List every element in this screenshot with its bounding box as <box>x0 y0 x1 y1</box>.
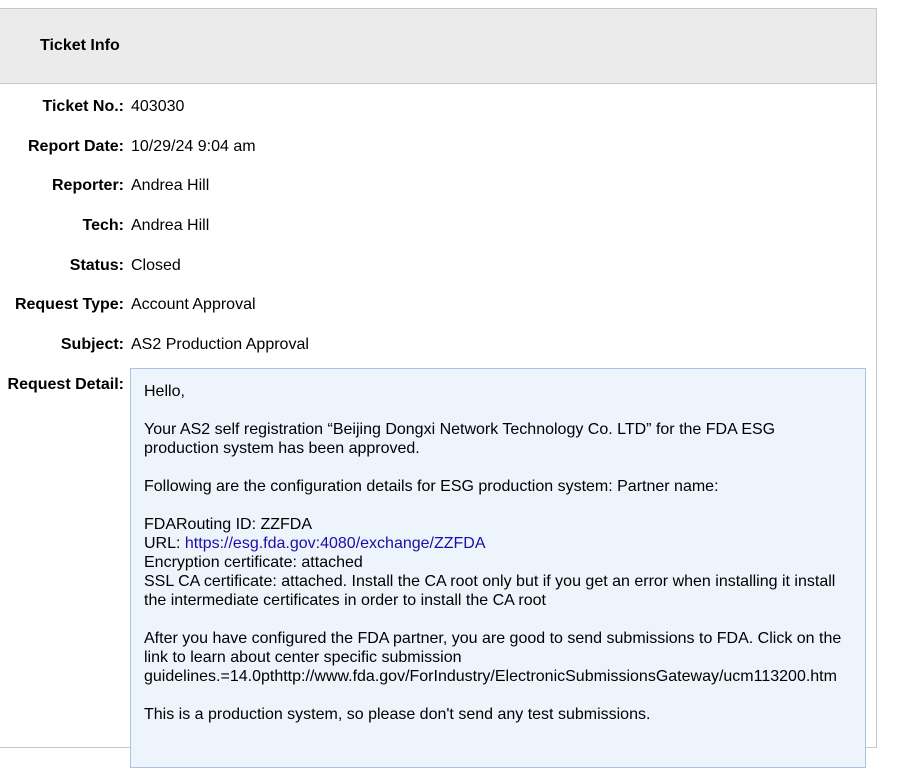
reporter-label: Reporter: <box>51 177 124 194</box>
detail-submission-guidelines: After you have configured the FDA partne… <box>144 630 842 685</box>
detail-config-intro: Following are the configuration details … <box>144 478 719 495</box>
report-date-label: Report Date: <box>27 138 124 155</box>
subject-value: AS2 Production Approval <box>131 336 309 353</box>
panel-header: Ticket Info <box>0 9 876 84</box>
detail-encryption-cert: Encryption certificate: attached <box>144 554 363 571</box>
field-tech: Tech: Andrea Hill <box>0 216 877 236</box>
detail-routing-id: FDARouting ID: ZZFDA <box>144 516 313 533</box>
request-detail-box: Hello, Your AS2 self registration “Beiji… <box>130 368 866 768</box>
request-detail-label: Request Detail: <box>7 376 124 393</box>
detail-greeting: Hello, <box>144 383 185 400</box>
report-date-value: 10/29/24 9:04 am <box>131 138 256 155</box>
field-subject: Subject: AS2 Production Approval <box>0 335 877 355</box>
field-reporter: Reporter: Andrea Hill <box>0 176 877 196</box>
tech-value: Andrea Hill <box>131 217 210 234</box>
subject-label: Subject: <box>60 336 124 353</box>
detail-config-block: FDARouting ID: ZZFDA URL: https://esg.fd… <box>144 515 853 610</box>
request-type-label: Request Type: <box>14 296 124 313</box>
panel-title: Ticket Info <box>40 37 120 54</box>
status-label: Status: <box>69 257 124 274</box>
detail-ssl-cert: SSL CA certificate: attached. Install th… <box>144 573 836 609</box>
detail-url-label: URL: <box>144 535 185 552</box>
detail-url-link[interactable]: https://esg.fda.gov:4080/exchange/ZZFDA <box>185 535 486 552</box>
request-type-value: Account Approval <box>131 296 256 313</box>
field-ticket-no: Ticket No.: 403030 <box>0 97 877 117</box>
tech-label: Tech: <box>82 217 124 234</box>
detail-approval-text: Your AS2 self registration “Beijing Dong… <box>144 421 776 457</box>
status-value: Closed <box>131 257 181 274</box>
reporter-value: Andrea Hill <box>131 177 210 194</box>
ticket-no-label: Ticket No.: <box>42 98 125 115</box>
field-request-type: Request Type: Account Approval <box>0 295 877 315</box>
field-report-date: Report Date: 10/29/24 9:04 am <box>0 137 877 157</box>
field-status: Status: Closed <box>0 256 877 276</box>
ticket-no-value: 403030 <box>131 98 185 115</box>
detail-production-warning: This is a production system, so please d… <box>144 706 651 723</box>
